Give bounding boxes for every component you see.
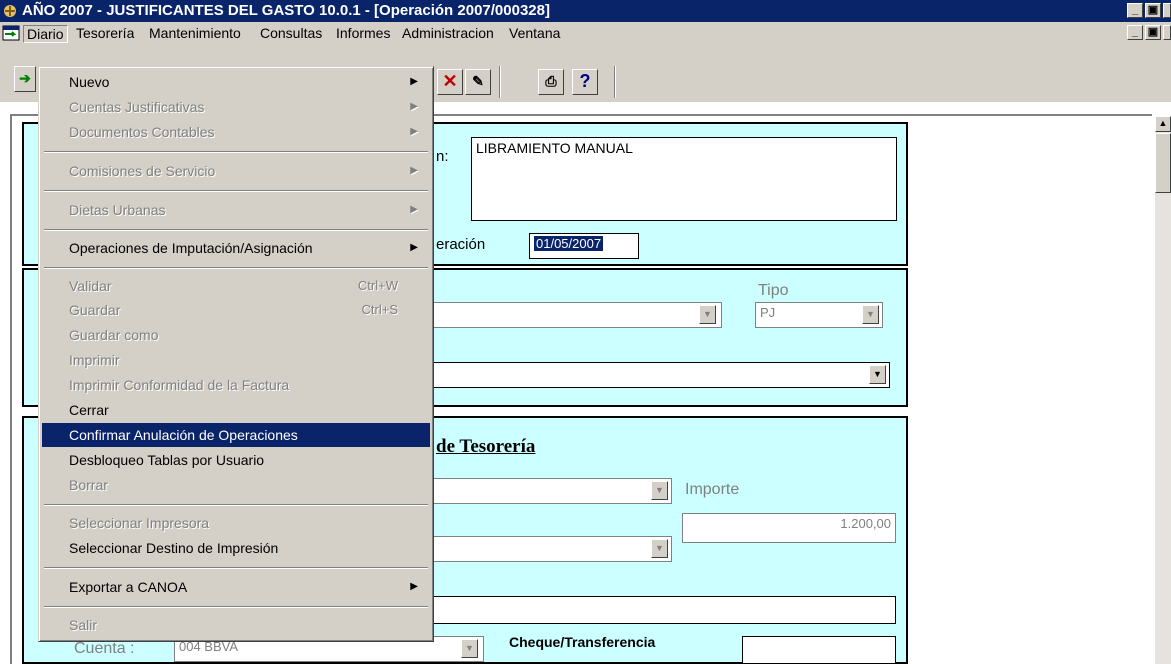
menu-item-imprimir[interactable]: Imprimir xyxy=(42,348,430,372)
menu-item-confirmar-anulacion[interactable]: Confirmar Anulación de Operaciones xyxy=(42,423,430,447)
menu-item-seleccionar-destino[interactable]: Seleccionar Destino de Impresión xyxy=(42,536,430,560)
title-bar: AÑO 2007 - JUSTIFICANTES DEL GASTO 10.0.… xyxy=(0,0,1171,22)
vertical-scrollbar[interactable]: ▲ xyxy=(1155,116,1171,664)
scroll-up-icon[interactable]: ▲ xyxy=(1155,116,1171,132)
chevron-right-icon: ▶ xyxy=(410,165,418,176)
menu-diario[interactable]: Diario xyxy=(23,25,68,43)
cheque-field[interactable] xyxy=(742,636,896,664)
menu-separator xyxy=(44,567,428,569)
menu-informes[interactable]: Informes xyxy=(333,25,393,43)
menu-item-operaciones-imputacion[interactable]: Operaciones de Imputación/Asignación ▶ xyxy=(42,236,430,260)
menu-consultas[interactable]: Consultas xyxy=(257,25,325,43)
menu-tesoreria[interactable]: Tesorería xyxy=(73,25,137,43)
menu-separator xyxy=(44,151,428,153)
chevron-down-icon[interactable]: ▼ xyxy=(862,305,879,324)
menu-separator xyxy=(44,229,428,231)
minimize-button[interactable]: _ xyxy=(1127,3,1143,18)
document-icon[interactable] xyxy=(2,25,20,41)
menu-item-validar[interactable]: Validar Ctrl+W xyxy=(42,274,430,298)
menu-item-imprimir-conformidad[interactable]: Imprimir Conformidad de la Factura xyxy=(42,373,430,397)
menu-mantenimiento[interactable]: Mantenimiento xyxy=(146,25,244,43)
menu-item-cuentas-justificativas[interactable]: Cuentas Justificativas ▶ xyxy=(42,95,430,119)
menu-separator xyxy=(44,504,428,506)
nombre-combo[interactable] xyxy=(432,362,890,388)
scroll-thumb[interactable] xyxy=(1155,133,1171,193)
menu-item-guardar-como[interactable]: Guardar como xyxy=(42,323,430,347)
arrow-icon[interactable]: ➔ xyxy=(14,66,36,92)
entidad-combo[interactable] xyxy=(432,536,672,562)
menu-item-borrar[interactable]: Borrar xyxy=(42,473,430,497)
chevron-down-icon[interactable]: ▼ xyxy=(651,481,668,500)
mdi-minimize-button[interactable]: _ xyxy=(1127,25,1143,40)
menu-item-documentos-contables[interactable]: Documentos Contables ▶ xyxy=(42,120,430,144)
app-icon xyxy=(4,5,16,17)
chevron-right-icon: ▶ xyxy=(410,76,418,87)
importe-field[interactable]: 1.200,00 xyxy=(682,513,896,543)
descripcion-field[interactable]: LIBRAMIENTO MANUAL xyxy=(471,137,897,221)
menu-separator xyxy=(44,190,428,192)
forma-pago-combo[interactable] xyxy=(432,478,672,504)
menu-item-dietas-urbanas[interactable]: Dietas Urbanas ▶ xyxy=(42,198,430,222)
tipo-label: Tipo xyxy=(758,282,789,299)
cuenta-label: Cuenta : xyxy=(74,640,135,657)
menu-item-cerrar[interactable]: Cerrar xyxy=(42,398,430,422)
chevron-down-icon[interactable]: ▼ xyxy=(461,639,478,658)
toolbar-separator xyxy=(614,66,616,98)
fecha-operacion-field[interactable]: 01/05/2007 xyxy=(529,233,639,259)
window-title: AÑO 2007 - JUSTIFICANTES DEL GASTO 10.0.… xyxy=(22,2,550,19)
restore-button[interactable]: ▣ xyxy=(1145,3,1161,18)
menu-administracion[interactable]: Administracion xyxy=(399,25,497,43)
menu-item-guardar[interactable]: Guardar Ctrl+S xyxy=(42,298,430,322)
menu-item-exportar-canoa[interactable]: Exportar a CANOA ▶ xyxy=(42,575,430,599)
cheque-transferencia-label: Cheque/Transferencia xyxy=(509,634,656,650)
toolbar-separator xyxy=(499,66,501,98)
menu-ventana[interactable]: Ventana xyxy=(506,25,563,43)
menu-bar: Diario Tesorería Mantenimiento Consultas… xyxy=(0,22,1171,44)
mdi-close-button[interactable] xyxy=(1163,25,1171,40)
menu-item-desbloqueo-tablas[interactable]: Desbloqueo Tablas por Usuario xyxy=(42,448,430,472)
concepto-field[interactable] xyxy=(432,596,896,624)
delete-button[interactable]: ✕ xyxy=(437,69,463,95)
print-icon[interactable]: ⎙ xyxy=(538,69,564,95)
chevron-down-icon[interactable]: ▼ xyxy=(699,305,716,324)
menu-item-salir[interactable]: Salir xyxy=(42,613,430,637)
chevron-down-icon[interactable]: ▼ xyxy=(651,539,668,558)
mdi-restore-button[interactable]: ▣ xyxy=(1145,25,1161,40)
fecha-operacion-label: eración xyxy=(436,236,486,253)
chevron-right-icon: ▶ xyxy=(410,242,418,253)
menu-item-comisiones-servicio[interactable]: Comisiones de Servicio ▶ xyxy=(42,159,430,183)
tercero-combo[interactable] xyxy=(432,302,722,328)
importe-label: Importe xyxy=(685,481,740,498)
tesoreria-heading: de Tesorería xyxy=(436,436,536,457)
menu-item-seleccionar-impresora[interactable]: Seleccionar Impresora xyxy=(42,511,430,535)
chevron-down-icon[interactable]: ▼ xyxy=(869,365,886,384)
menu-separator xyxy=(44,267,428,269)
menu-separator xyxy=(44,606,428,608)
chevron-right-icon: ▶ xyxy=(410,204,418,215)
chevron-right-icon: ▶ xyxy=(410,126,418,137)
chevron-right-icon: ▶ xyxy=(410,101,418,112)
menu-item-nuevo[interactable]: Nuevo ▶ xyxy=(42,70,430,94)
edit-icon[interactable]: ✎ xyxy=(465,69,491,95)
descripcion-label: n: xyxy=(436,148,449,165)
diario-dropdown-menu: Nuevo ▶ Cuentas Justificativas ▶ Documento… xyxy=(38,66,434,642)
help-button[interactable]: ? xyxy=(572,69,598,95)
close-button[interactable] xyxy=(1163,3,1171,18)
chevron-right-icon: ▶ xyxy=(410,581,418,592)
